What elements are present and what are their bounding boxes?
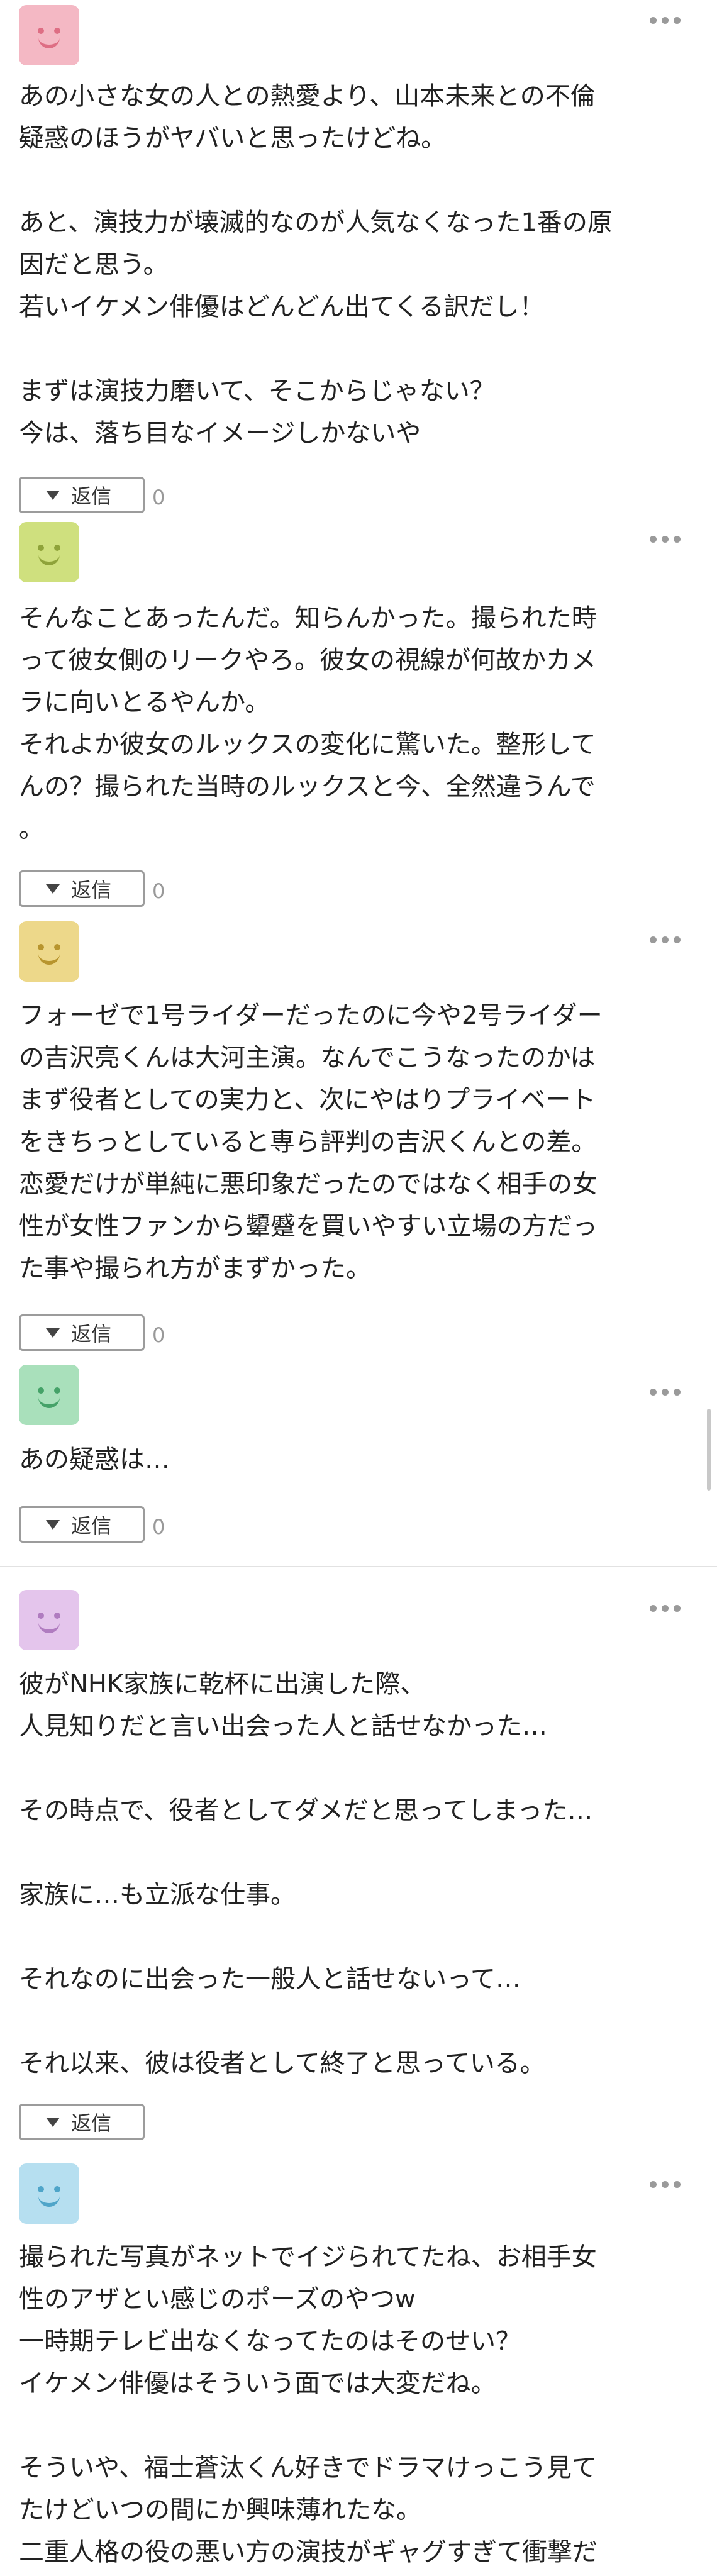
avatar-eye bbox=[38, 545, 44, 551]
reply-button-label: 返信 bbox=[71, 2111, 112, 2135]
reply-button-label: 返信 bbox=[71, 1514, 112, 1538]
reply-button-label: 返信 bbox=[71, 1322, 112, 1346]
caret-down-icon bbox=[46, 884, 60, 894]
caret-down-icon bbox=[46, 490, 60, 500]
more-options-icon[interactable] bbox=[650, 536, 681, 543]
caret-down-icon bbox=[46, 2117, 60, 2127]
caret-down-icon bbox=[46, 1328, 60, 1338]
avatar-eye bbox=[38, 1387, 44, 1394]
reply-count: 0 bbox=[152, 879, 165, 903]
avatar-eye bbox=[54, 2186, 60, 2192]
avatar-eye bbox=[38, 1613, 44, 1619]
avatar-mouth bbox=[38, 555, 60, 565]
avatar-eye bbox=[54, 1387, 60, 1394]
avatar-mouth bbox=[38, 38, 60, 48]
comment-text: 彼がNHK家族に乾杯に出演した際、 人見知りだと言い出会った人と話せなかった… … bbox=[19, 1670, 593, 2078]
more-options-icon[interactable] bbox=[650, 1389, 681, 1396]
comment-text: あの疑惑は… bbox=[19, 1445, 170, 1474]
avatar-eye bbox=[54, 28, 60, 34]
avatar-mouth bbox=[38, 1623, 60, 1633]
reply-count: 0 bbox=[152, 1323, 165, 1347]
avatar[interactable] bbox=[19, 1365, 79, 1425]
avatar-eye bbox=[38, 2186, 44, 2192]
reply-button[interactable]: 返信 bbox=[19, 870, 145, 907]
avatar[interactable] bbox=[19, 1590, 79, 1650]
more-options-icon[interactable] bbox=[650, 1605, 681, 1612]
comment-text: そんなことあったんだ。知らんかった。撮られた時 って彼女側のリークやろ。彼女の視… bbox=[19, 604, 597, 843]
comment-text: あの小さな女の人との熱愛より、山本未来との不倫 疑惑のほうがヤバいと思ったけどね… bbox=[19, 82, 613, 448]
avatar[interactable] bbox=[19, 5, 79, 65]
avatar[interactable] bbox=[19, 2163, 79, 2224]
reply-count: 0 bbox=[152, 1515, 165, 1539]
avatar-eye bbox=[54, 1613, 60, 1619]
avatar-mouth bbox=[38, 2196, 60, 2207]
thread-divider bbox=[0, 1566, 717, 1567]
caret-down-icon bbox=[46, 1519, 60, 1530]
avatar[interactable] bbox=[19, 921, 79, 982]
avatar-mouth bbox=[38, 954, 60, 965]
reply-button-label: 返信 bbox=[71, 484, 112, 508]
reply-button[interactable]: 返信 bbox=[19, 1314, 145, 1351]
scrollbar[interactable] bbox=[707, 1409, 711, 1491]
reply-button[interactable]: 返信 bbox=[19, 477, 145, 513]
avatar-eye bbox=[54, 545, 60, 551]
reply-button[interactable]: 返信 bbox=[19, 1506, 145, 1543]
comment-text: フォーゼで1号ライダーだったのに今や2号ライダー の吉沢亮くんは大河主演。なんで… bbox=[19, 1001, 603, 1283]
avatar-eye bbox=[38, 944, 44, 950]
reply-count: 0 bbox=[152, 486, 165, 509]
more-options-icon[interactable] bbox=[650, 17, 681, 24]
avatar[interactable] bbox=[19, 522, 79, 582]
avatar-eye bbox=[38, 28, 44, 34]
avatar-mouth bbox=[38, 1397, 60, 1408]
reply-button-label: 返信 bbox=[71, 878, 112, 902]
more-options-icon[interactable] bbox=[650, 2181, 681, 2188]
avatar-eye bbox=[54, 944, 60, 950]
reply-button[interactable]: 返信 bbox=[19, 2104, 145, 2140]
more-options-icon[interactable] bbox=[650, 936, 681, 943]
comment-text: 撮られた写真がネットでイジられてたね、お相手女 性のアザとい感じのポーズのやつw… bbox=[19, 2243, 598, 2567]
